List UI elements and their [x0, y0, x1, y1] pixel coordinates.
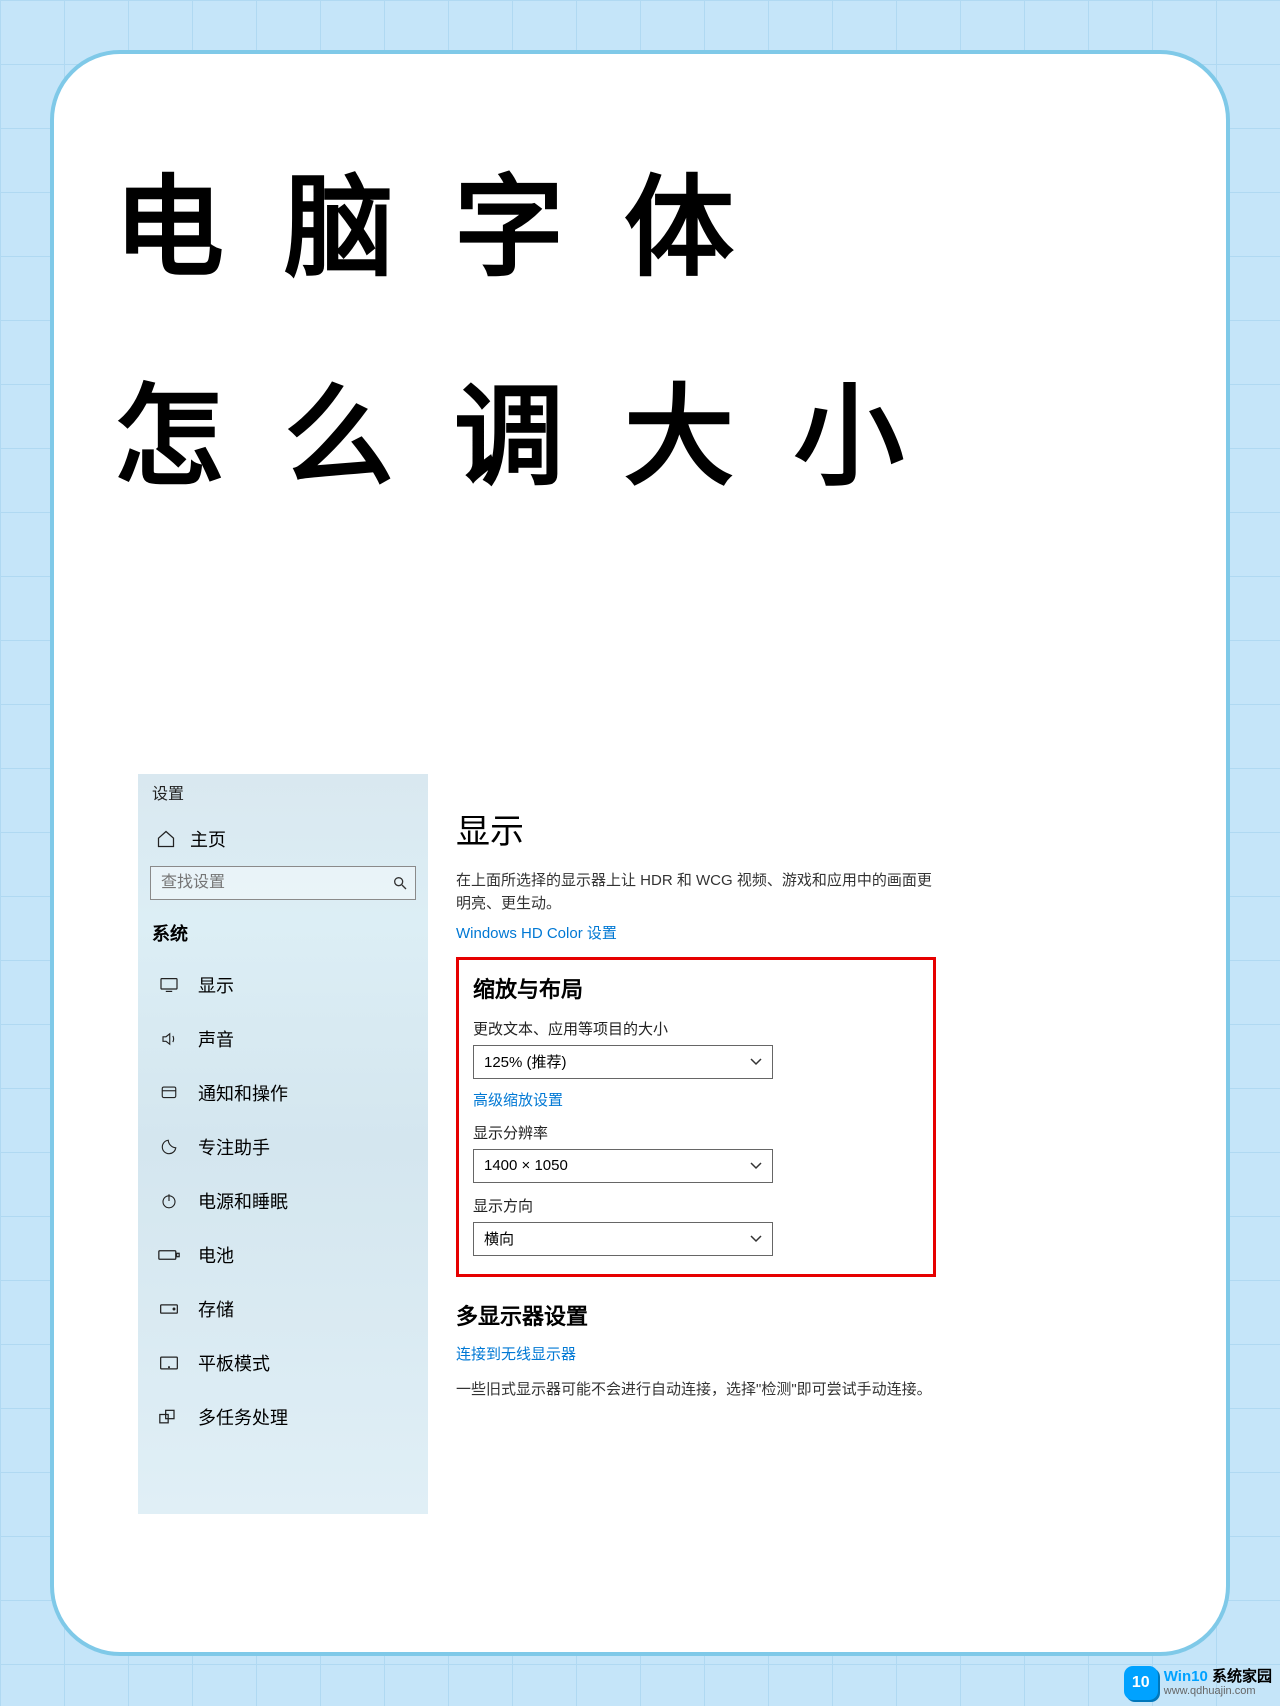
advanced-scale-link[interactable]: 高级缩放设置: [473, 1089, 563, 1110]
page-title: 显示: [456, 804, 936, 853]
watermark-line1: Win10 系统家园: [1164, 1669, 1272, 1686]
wireless-link[interactable]: 连接到无线显示器: [456, 1343, 576, 1364]
display-icon: [158, 977, 180, 993]
scale-highlight: 缩放与布局 更改文本、应用等项目的大小 125% (推荐) 高级缩放设置 显示分…: [456, 957, 936, 1277]
home-label: 主页: [190, 826, 226, 852]
sidebar-item-label: 存储: [198, 1296, 234, 1322]
sidebar-item-display[interactable]: 显示: [138, 958, 428, 1012]
sidebar-item-storage[interactable]: 存储: [138, 1282, 428, 1336]
settings-content: 显示 在上面所选择的显示器上让 HDR 和 WCG 视频、游戏和应用中的画面更明…: [428, 774, 956, 1514]
home-icon: [156, 829, 176, 849]
resolution-value: 1400 × 1050: [484, 1157, 568, 1174]
focus-icon: [158, 1138, 180, 1156]
settings-sidebar: 设置 主页 系统 显示 声音: [138, 774, 428, 1514]
chevron-down-icon: [750, 1235, 762, 1243]
watermark-text: Win10 系统家园 www.qdhuajin.com: [1164, 1669, 1272, 1698]
window-title: 设置: [138, 774, 428, 814]
multitask-icon: [158, 1409, 180, 1425]
settings-window: 设置 主页 系统 显示 声音: [138, 774, 956, 1514]
scale-select[interactable]: 125% (推荐): [473, 1045, 773, 1079]
notify-icon: [158, 1084, 180, 1102]
search-icon: [392, 875, 408, 891]
scale-section-title: 缩放与布局: [473, 972, 919, 1004]
hdr-description: 在上面所选择的显示器上让 HDR 和 WCG 视频、游戏和应用中的画面更明亮、更…: [456, 869, 936, 916]
sidebar-item-tablet[interactable]: 平板模式: [138, 1336, 428, 1390]
multi-display-desc: 一些旧式显示器可能不会进行自动连接，选择"检测"即可尝试手动连接。: [456, 1378, 936, 1399]
search-input[interactable]: [150, 866, 416, 900]
sidebar-item-notify[interactable]: 通知和操作: [138, 1066, 428, 1120]
sidebar-item-label: 多任务处理: [198, 1404, 288, 1430]
resolution-select[interactable]: 1400 × 1050: [473, 1149, 773, 1183]
search-wrap: [150, 866, 416, 900]
chevron-down-icon: [750, 1162, 762, 1170]
orientation-label: 显示方向: [473, 1195, 919, 1216]
sidebar-item-battery[interactable]: 电池: [138, 1228, 428, 1282]
watermark-badge: 10: [1124, 1666, 1158, 1700]
sidebar-item-multitask[interactable]: 多任务处理: [138, 1390, 428, 1444]
watermark: 10 Win10 系统家园 www.qdhuajin.com: [1124, 1666, 1272, 1700]
hd-color-link[interactable]: Windows HD Color 设置: [456, 922, 617, 943]
sidebar-item-focus[interactable]: 专注助手: [138, 1120, 428, 1174]
sound-icon: [158, 1030, 180, 1048]
resolution-label: 显示分辨率: [473, 1122, 919, 1143]
tablet-icon: [158, 1355, 180, 1371]
chevron-down-icon: [750, 1058, 762, 1066]
sidebar-item-label: 声音: [198, 1026, 234, 1052]
sidebar-item-label: 平板模式: [198, 1350, 270, 1376]
sidebar-item-label: 电源和睡眠: [198, 1188, 288, 1214]
storage-icon: [158, 1302, 180, 1316]
info-card: 电脑字体 怎么调大小 设置 主页 系统 显示: [50, 50, 1230, 1656]
sidebar-item-label: 显示: [198, 972, 234, 998]
sidebar-item-label: 通知和操作: [198, 1080, 288, 1106]
sidebar-nav: 显示 声音 通知和操作 专注助手 电源和睡眠: [138, 958, 428, 1444]
watermark-line2: www.qdhuajin.com: [1164, 1685, 1272, 1697]
scale-value: 125% (推荐): [484, 1051, 567, 1072]
sidebar-item-label: 专注助手: [198, 1134, 270, 1160]
multi-display-title: 多显示器设置: [456, 1299, 936, 1331]
battery-icon: [158, 1248, 180, 1262]
title-line-1: 电脑字体: [114, 124, 1176, 333]
title-block: 电脑字体 怎么调大小: [114, 124, 1176, 542]
sidebar-category: 系统: [138, 914, 428, 958]
sidebar-item-sound[interactable]: 声音: [138, 1012, 428, 1066]
orientation-select[interactable]: 横向: [473, 1222, 773, 1256]
sidebar-home[interactable]: 主页: [138, 814, 428, 866]
orientation-value: 横向: [484, 1228, 514, 1249]
title-line-2: 怎么调大小: [114, 333, 1176, 542]
power-icon: [158, 1192, 180, 1210]
sidebar-item-label: 电池: [198, 1242, 234, 1268]
scale-label: 更改文本、应用等项目的大小: [473, 1018, 919, 1039]
sidebar-item-power[interactable]: 电源和睡眠: [138, 1174, 428, 1228]
